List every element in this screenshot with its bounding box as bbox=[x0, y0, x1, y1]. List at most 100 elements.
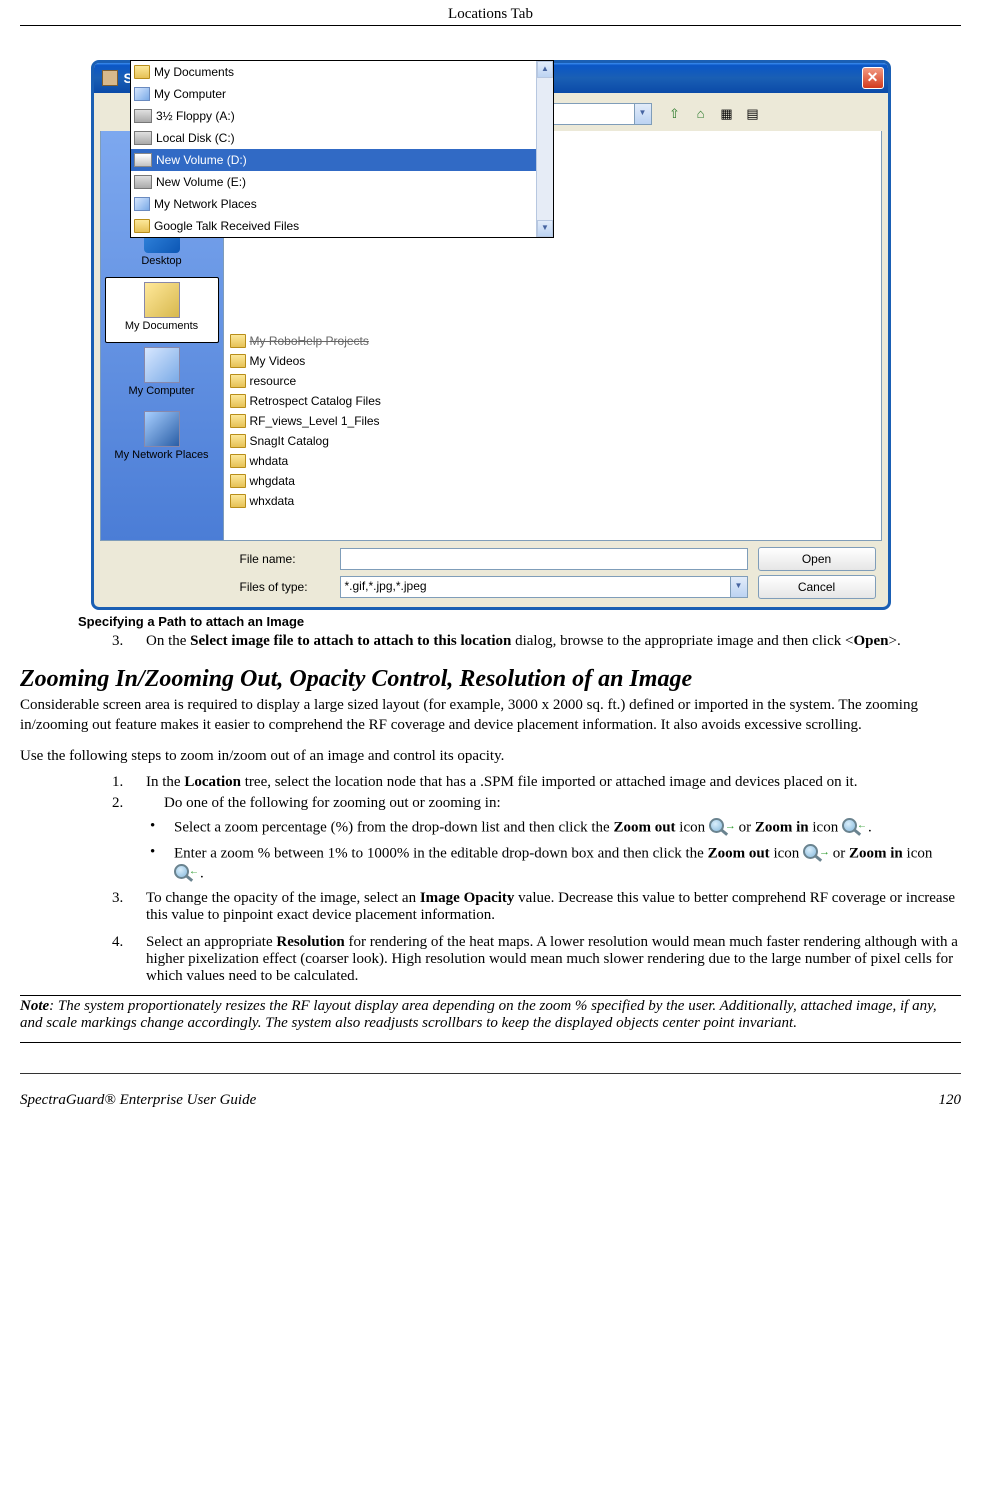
step-1: 1. In the Location tree, select the loca… bbox=[112, 774, 961, 791]
list-item[interactable]: SnagIt Catalog bbox=[224, 431, 881, 451]
text-bold: Zoom out bbox=[613, 819, 675, 835]
dropdown-label: New Volume (D:) bbox=[156, 153, 247, 167]
filename-label: File name: bbox=[240, 552, 330, 566]
list-item-label: Retrospect Catalog Files bbox=[250, 394, 381, 408]
filetype-value: *.gif,*.jpg,*.jpeg bbox=[345, 579, 427, 593]
text-bold: Resolution bbox=[276, 934, 344, 950]
filename-input[interactable] bbox=[340, 548, 748, 570]
place-label: My Computer bbox=[128, 385, 194, 397]
dropdown-item[interactable]: Google Talk Received Files bbox=[131, 215, 553, 237]
list-item-label: RF_views_Level 1_Files bbox=[250, 414, 380, 428]
place-network[interactable]: My Network Places bbox=[105, 407, 219, 471]
network-icon bbox=[134, 197, 150, 211]
dropdown-item[interactable]: New Volume (E:) bbox=[131, 171, 553, 193]
text-bold: Select image file to attach to attach to… bbox=[190, 633, 511, 649]
mycomputer-icon bbox=[144, 347, 180, 383]
place-mydocs[interactable]: My Documents bbox=[105, 277, 219, 343]
dropdown-item[interactable]: Local Disk (C:) bbox=[131, 127, 553, 149]
drive-icon bbox=[134, 175, 152, 189]
divider bbox=[20, 1042, 961, 1043]
open-button[interactable]: Open bbox=[758, 547, 876, 571]
text: dialog, browse to the appropriate image … bbox=[511, 633, 853, 649]
list-item[interactable]: resource bbox=[224, 371, 881, 391]
section-heading: Zooming In/Zooming Out, Opacity Control,… bbox=[20, 666, 961, 693]
zoom-in-icon bbox=[174, 864, 200, 884]
text: . bbox=[200, 865, 204, 881]
step-3: 3. On the Select image file to attach to… bbox=[112, 633, 961, 650]
list-item[interactable]: Retrospect Catalog Files bbox=[224, 391, 881, 411]
list-item[interactable]: RF_views_Level 1_Files bbox=[224, 411, 881, 431]
list-item[interactable]: My RoboHelp Projects bbox=[224, 331, 881, 351]
list-item[interactable]: My Videos bbox=[224, 351, 881, 371]
dropdown-item[interactable]: My Computer bbox=[131, 83, 553, 105]
scrollbar[interactable]: ▲ ▼ bbox=[536, 61, 553, 237]
text-bold: Zoom in bbox=[849, 845, 903, 861]
text-bold: Location bbox=[184, 774, 241, 790]
dropdown-item[interactable]: My Documents bbox=[131, 61, 553, 83]
new-folder-icon[interactable]: ▦ bbox=[716, 103, 738, 125]
scroll-down-icon[interactable]: ▼ bbox=[537, 220, 553, 237]
lookin-dropdown[interactable]: My Documents My Computer 3½ Floppy (A:) … bbox=[130, 60, 554, 238]
folder-icon bbox=[230, 454, 246, 468]
footer-left: SpectraGuard® Enterprise User Guide bbox=[20, 1092, 256, 1109]
home-icon[interactable]: ⌂ bbox=[690, 103, 712, 125]
chevron-down-icon[interactable]: ▼ bbox=[634, 104, 651, 124]
text: Enter a zoom % between 1% to 1000% in th… bbox=[174, 845, 708, 861]
zoom-out-icon bbox=[709, 818, 735, 838]
up-icon[interactable]: ⇧ bbox=[664, 103, 686, 125]
list-item-label: whgdata bbox=[250, 474, 295, 488]
folder-icon bbox=[230, 434, 246, 448]
text-bold: Zoom in bbox=[755, 819, 809, 835]
divider bbox=[20, 995, 961, 996]
dropdown-label: Local Disk (C:) bbox=[156, 131, 235, 145]
drive-icon bbox=[134, 131, 152, 145]
text: icon bbox=[676, 819, 709, 835]
filetype-combo[interactable]: *.gif,*.jpg,*.jpeg ▼ bbox=[340, 576, 748, 598]
list-item[interactable]: whgdata bbox=[224, 471, 881, 491]
dropdown-label: My Network Places bbox=[154, 197, 257, 211]
place-mycomputer[interactable]: My Computer bbox=[105, 343, 219, 407]
page-number: 120 bbox=[939, 1092, 962, 1109]
dropdown-label: My Documents bbox=[154, 65, 234, 79]
text-bold: Image Opacity bbox=[420, 890, 515, 906]
dropdown-label: Google Talk Received Files bbox=[154, 219, 299, 233]
scroll-up-icon[interactable]: ▲ bbox=[537, 61, 553, 78]
list-item-label: whdata bbox=[250, 454, 289, 468]
place-label: My Network Places bbox=[114, 449, 208, 461]
paragraph: Considerable screen area is required to … bbox=[20, 695, 961, 736]
text: icon bbox=[903, 845, 933, 861]
view-icon[interactable]: ▤ bbox=[742, 103, 764, 125]
list-item[interactable]: whdata bbox=[224, 451, 881, 471]
drive-icon bbox=[134, 153, 152, 167]
dropdown-label: My Computer bbox=[154, 87, 226, 101]
file-dialog: Select image file to attach to this loca… bbox=[91, 60, 891, 610]
list-item-label: SnagIt Catalog bbox=[250, 434, 329, 448]
dropdown-item[interactable]: My Network Places bbox=[131, 193, 553, 215]
bullet-item: • Enter a zoom % between 1% to 1000% in … bbox=[150, 844, 961, 884]
folder-icon bbox=[230, 354, 246, 368]
text: or bbox=[829, 845, 849, 861]
dropdown-item[interactable]: 3½ Floppy (A:) bbox=[131, 105, 553, 127]
close-icon[interactable]: ✕ bbox=[862, 67, 884, 89]
dialog-toolbar: ⇧ ⌂ ▦ ▤ bbox=[664, 103, 764, 125]
list-item-label: My Videos bbox=[250, 354, 306, 368]
divider bbox=[20, 1073, 961, 1074]
folder-icon bbox=[134, 219, 150, 233]
paragraph: Use the following steps to zoom in/zoom … bbox=[20, 746, 961, 766]
mydocs-icon bbox=[144, 282, 180, 318]
network-icon bbox=[144, 411, 180, 447]
java-icon bbox=[102, 70, 118, 86]
cancel-button[interactable]: Cancel bbox=[758, 575, 876, 599]
page-header: Locations Tab bbox=[20, 6, 961, 26]
bullet-item: • Select a zoom percentage (%) from the … bbox=[150, 818, 961, 838]
text: Do one of the following for zooming out … bbox=[146, 795, 501, 812]
list-item[interactable]: whxdata bbox=[224, 491, 881, 511]
text: To change the opacity of the image, sele… bbox=[146, 890, 420, 906]
note: Note: The system proportionately resizes… bbox=[20, 998, 957, 1032]
text: tree, select the location node that has … bbox=[241, 774, 857, 790]
dropdown-label: 3½ Floppy (A:) bbox=[156, 109, 235, 123]
text: icon bbox=[809, 819, 842, 835]
page-footer: SpectraGuard® Enterprise User Guide 120 bbox=[20, 1092, 961, 1109]
chevron-down-icon[interactable]: ▼ bbox=[730, 577, 747, 597]
dropdown-item-selected[interactable]: New Volume (D:) bbox=[131, 149, 553, 171]
